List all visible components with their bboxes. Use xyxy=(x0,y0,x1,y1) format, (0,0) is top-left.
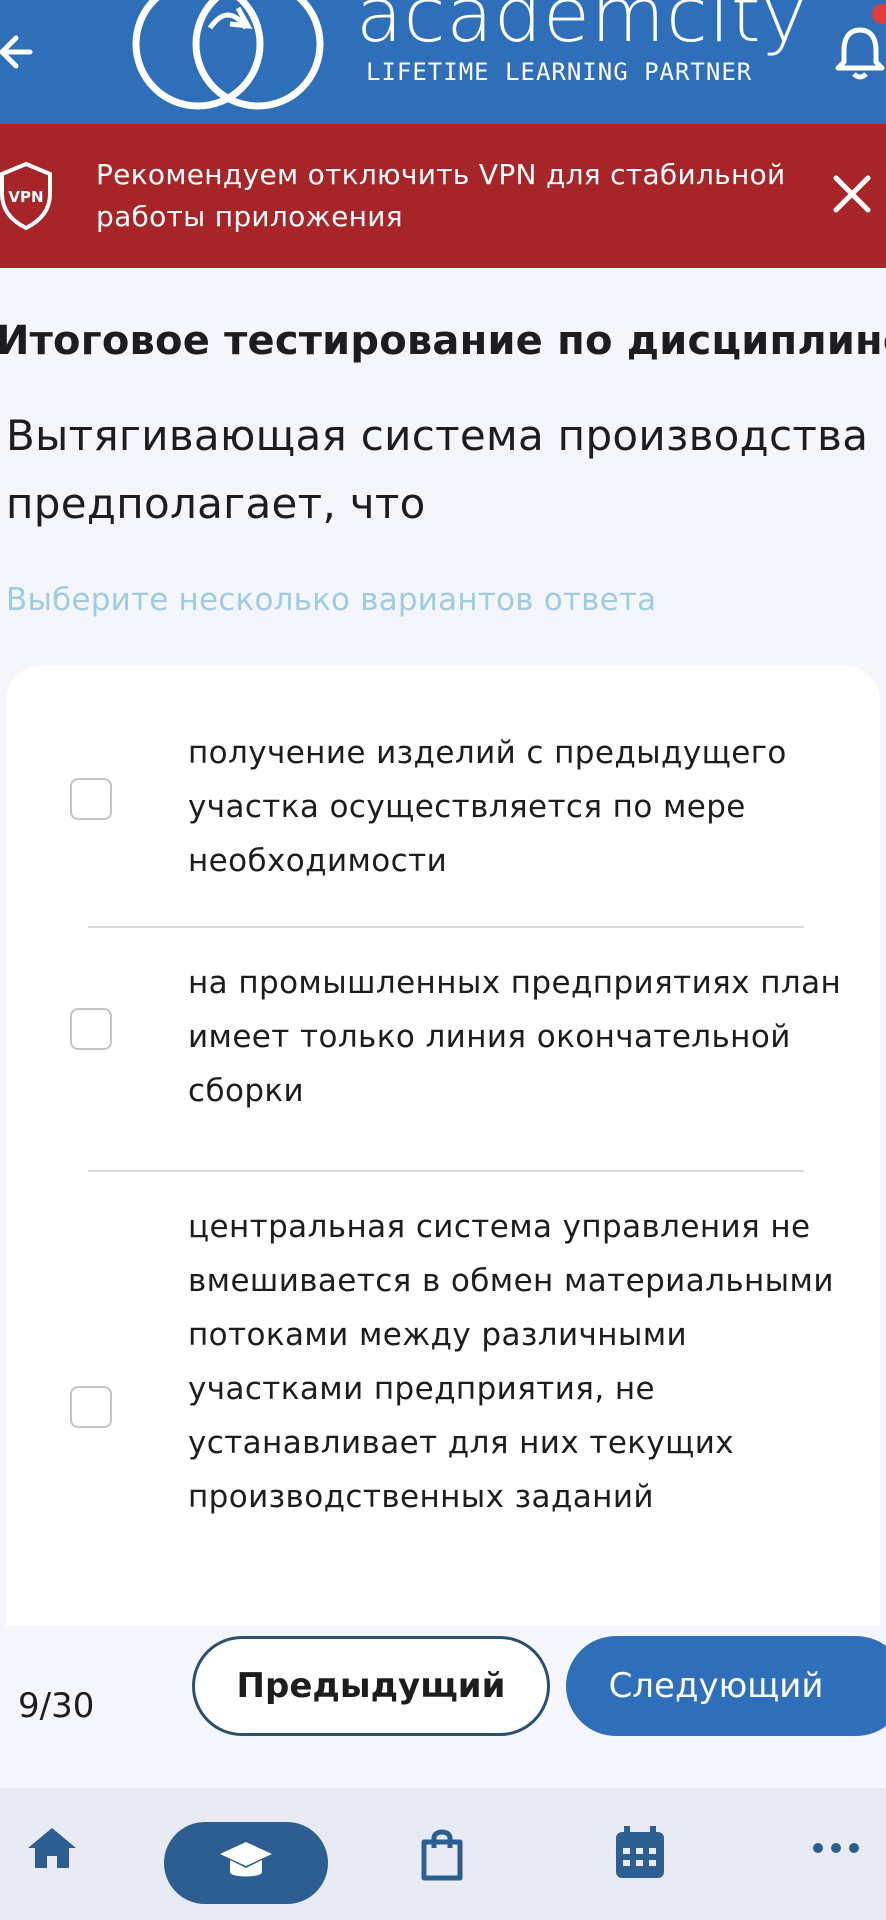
vpn-warning-banner: VPN Рекомендуем отключить VPN для стабил… xyxy=(0,124,886,268)
bell-icon[interactable] xyxy=(834,22,886,82)
logo-icon xyxy=(132,0,324,110)
more-icon[interactable] xyxy=(806,1818,866,1878)
answer-checkbox[interactable] xyxy=(70,1386,112,1428)
divider xyxy=(88,1170,804,1172)
answer-text: центральная система управления не вмешив… xyxy=(188,1209,834,1515)
shopping-bag-icon[interactable] xyxy=(412,1824,472,1884)
answer-option[interactable]: на промышленных предприятиях план имеет … xyxy=(6,956,880,1118)
question-text: Вытягивающая система производства предпо… xyxy=(6,411,869,528)
divider xyxy=(88,926,804,928)
previous-button[interactable]: Предыдущий xyxy=(192,1636,550,1736)
back-arrow-icon[interactable] xyxy=(0,22,40,82)
bottom-nav xyxy=(0,1788,886,1920)
answers-card: получение изделий с предыдущего участка … xyxy=(6,666,880,1666)
graduation-cap-icon[interactable] xyxy=(216,1832,276,1892)
logo-tagline: LIFETIME LEARNING PARTNER xyxy=(366,58,753,86)
answer-option[interactable]: центральная система управления не вмешив… xyxy=(6,1200,880,1640)
close-icon[interactable] xyxy=(832,174,872,214)
app-header: academcity LIFETIME LEARNING PARTNER xyxy=(0,0,886,124)
answer-checkbox[interactable] xyxy=(70,778,112,820)
home-icon[interactable] xyxy=(22,1818,82,1878)
answer-hint: Выберите несколько вариантов ответа xyxy=(6,582,657,618)
logo-text: academcity xyxy=(356,0,808,59)
answer-checkbox[interactable] xyxy=(70,1008,112,1050)
answer-text: на промышленных предприятиях план имеет … xyxy=(188,965,842,1109)
question-counter: 9/30 xyxy=(18,1686,95,1726)
banner-message: Рекомендуем отключить VPN для стабильной… xyxy=(96,158,786,233)
vpn-shield-icon: VPN xyxy=(0,161,52,231)
next-button[interactable]: Следующий xyxy=(566,1636,886,1736)
answer-text: получение изделий с предыдущего участка … xyxy=(188,735,787,879)
notification-badge xyxy=(872,4,886,24)
calendar-icon[interactable] xyxy=(610,1822,670,1882)
svg-text:VPN: VPN xyxy=(8,188,43,206)
page-title: Итоговое тестирование по дисциплине xyxy=(0,318,886,364)
answer-option[interactable]: получение изделий с предыдущего участка … xyxy=(6,726,880,888)
question-controls: 9/30 Предыдущий Следующий xyxy=(0,1626,886,1788)
